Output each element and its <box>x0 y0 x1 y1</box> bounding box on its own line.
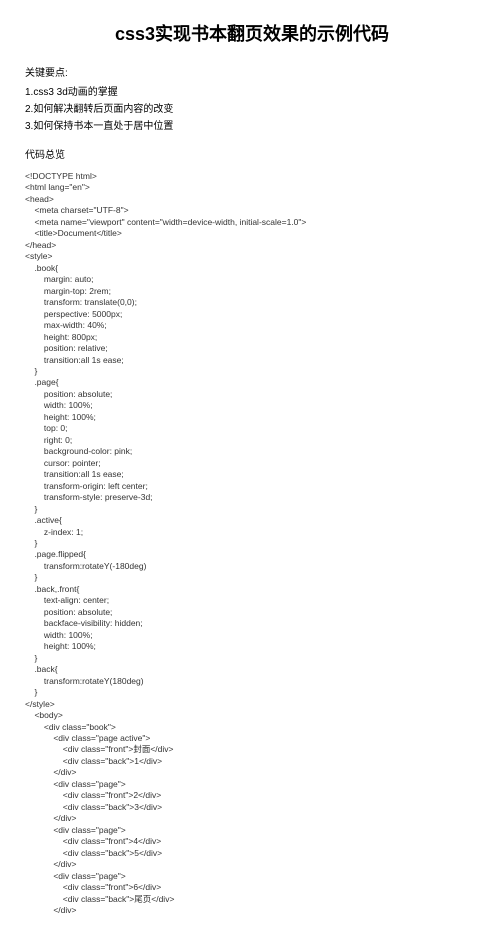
code-block: <!DOCTYPE html> <html lang="en"> <head> … <box>25 171 479 916</box>
key-point-3: 3.如何保持书本一直处于居中位置 <box>25 117 479 132</box>
key-points-label: 关键要点: <box>25 64 479 79</box>
code-overview-label: 代码总览 <box>25 146 479 161</box>
key-point-2: 2.如何解决翻转后页面内容的改变 <box>25 100 479 115</box>
key-point-1: 1.css3 3d动画的掌握 <box>25 83 479 98</box>
page-title: css3实现书本翻页效果的示例代码 <box>25 20 479 46</box>
